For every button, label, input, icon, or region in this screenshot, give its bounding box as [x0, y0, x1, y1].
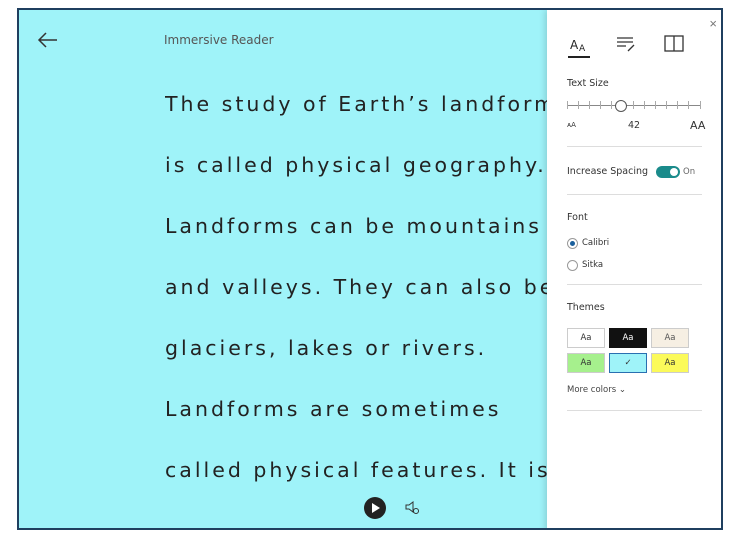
- grammar-options-icon[interactable]: [614, 32, 638, 56]
- theme-swatch-white[interactable]: Aa: [567, 328, 605, 348]
- divider: [567, 146, 702, 147]
- reading-line: called physical features. It is: [165, 458, 551, 482]
- reading-line: Landforms are sometimes: [165, 397, 502, 421]
- reading-line: The study of Earth’s landforms: [165, 92, 555, 116]
- increase-spacing-toggle[interactable]: [656, 166, 680, 178]
- more-colors-link[interactable]: More colors ⌄: [567, 385, 626, 395]
- increase-spacing-label: Increase Spacing: [567, 166, 649, 177]
- reader-window: Immersive Reader The study of Earth’s la…: [17, 8, 723, 530]
- font-option-sitka: Sitka: [582, 260, 604, 270]
- voice-settings-icon[interactable]: [404, 499, 420, 515]
- divider: [567, 284, 702, 285]
- slider-tick: [611, 101, 612, 109]
- slider-tick: [567, 101, 568, 109]
- reading-line: is called physical geography.: [165, 153, 547, 177]
- slider-tick: [677, 101, 678, 109]
- text-preferences-icon[interactable]: AA: [568, 32, 592, 56]
- slider-tick: [633, 101, 634, 109]
- themes-label: Themes: [567, 302, 605, 313]
- text-size-slider[interactable]: [567, 105, 701, 106]
- text-size-label: Text Size: [567, 78, 609, 89]
- slider-tick: [666, 101, 667, 109]
- theme-swatch-yellow[interactable]: Aa: [651, 353, 689, 373]
- reading-line: and valleys. They can also be: [165, 275, 555, 299]
- toggle-state-label: On: [683, 167, 696, 177]
- text-size-value: 42: [628, 120, 641, 131]
- text-size-slider-thumb[interactable]: [615, 100, 627, 112]
- slider-tick: [644, 101, 645, 109]
- theme-swatch-cyan-selected[interactable]: ✓: [609, 353, 647, 373]
- close-icon[interactable]: ×: [709, 16, 717, 31]
- theme-swatch-green[interactable]: Aa: [567, 353, 605, 373]
- svg-text:A: A: [570, 38, 579, 52]
- slider-tick: [700, 101, 701, 109]
- slider-tick: [578, 101, 579, 109]
- text-size-min-label: ᴀA: [567, 121, 576, 129]
- theme-swatch-black[interactable]: Aa: [609, 328, 647, 348]
- reading-preferences-icon[interactable]: [662, 32, 686, 56]
- active-tab-indicator: [568, 56, 590, 58]
- slider-tick: [655, 101, 656, 109]
- settings-panel: × AA Text Size ᴀA 42 AA Increase Spacing: [547, 10, 721, 528]
- font-radio-sitka[interactable]: [567, 260, 578, 271]
- reading-area: The study of Earth’s landforms is called…: [165, 90, 555, 517]
- font-label: Font: [567, 212, 588, 223]
- font-option-calibri: Calibri: [582, 238, 610, 248]
- back-arrow-icon[interactable]: [37, 30, 59, 50]
- slider-tick: [600, 101, 601, 109]
- divider: [567, 194, 702, 195]
- slider-tick: [589, 101, 590, 109]
- text-size-max-label: AA: [690, 119, 706, 132]
- svg-text:A: A: [579, 44, 586, 54]
- app-title: Immersive Reader: [164, 33, 274, 47]
- reading-line: Landforms can be mountains: [165, 214, 542, 238]
- slider-tick: [688, 101, 689, 109]
- reading-line: glaciers, lakes or rivers.: [165, 336, 488, 360]
- divider: [567, 410, 702, 411]
- font-radio-calibri[interactable]: [567, 238, 578, 249]
- play-icon[interactable]: [364, 497, 386, 519]
- theme-swatch-sepia[interactable]: Aa: [651, 328, 689, 348]
